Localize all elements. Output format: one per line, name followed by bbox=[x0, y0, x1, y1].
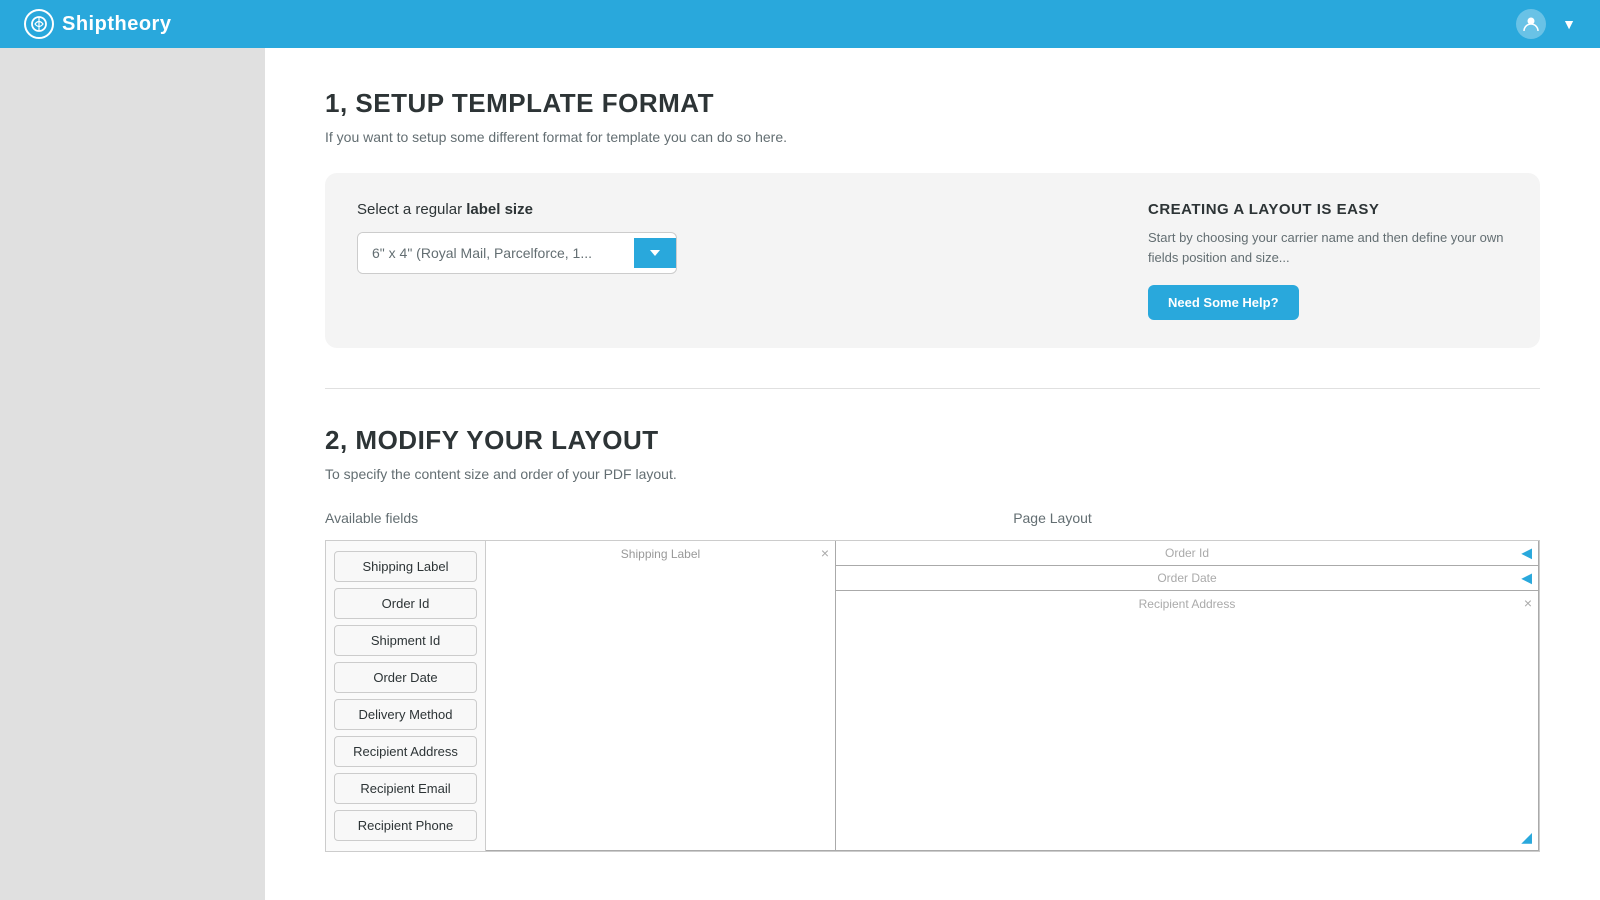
section-divider bbox=[325, 388, 1540, 389]
layout-section: 2, MODIFY YOUR LAYOUT To specify the con… bbox=[325, 425, 1540, 852]
field-order-date[interactable]: Order Date bbox=[334, 662, 477, 693]
layout-field-order-id[interactable]: Order Id ◀ bbox=[836, 541, 1539, 566]
user-icon[interactable] bbox=[1516, 9, 1546, 39]
order-id-resize-icon[interactable]: ◀ bbox=[1521, 545, 1532, 562]
recipient-address-label: Recipient Address bbox=[1139, 597, 1236, 611]
available-fields-panel: Shipping Label Order Id Shipment Id Orde… bbox=[326, 541, 486, 852]
field-recipient-phone[interactable]: Recipient Phone bbox=[334, 810, 477, 841]
template-left: Select a regular label size bbox=[357, 201, 1088, 320]
header: Shiptheory ▼ bbox=[0, 0, 1600, 48]
available-fields-label: Available fields bbox=[325, 510, 565, 526]
order-date-label: Order Date bbox=[1157, 571, 1216, 585]
shipping-label-box[interactable]: Shipping Label × bbox=[486, 541, 836, 851]
field-shipping-label[interactable]: Shipping Label bbox=[334, 551, 477, 582]
order-id-label: Order Id bbox=[1165, 546, 1209, 560]
help-button[interactable]: Need Some Help? bbox=[1148, 285, 1299, 320]
field-delivery-method[interactable]: Delivery Method bbox=[334, 699, 477, 730]
recipient-address-resize-icon[interactable]: ◢ bbox=[1521, 829, 1532, 846]
template-format-card: Select a regular label size CREATING A L… bbox=[325, 173, 1540, 348]
logo-icon bbox=[24, 9, 54, 39]
field-shipment-id[interactable]: Shipment Id bbox=[334, 625, 477, 656]
section2-subtitle: To specify the content size and order of… bbox=[325, 466, 1540, 482]
logo: Shiptheory bbox=[24, 9, 171, 39]
creating-title: CREATING A LAYOUT IS EASY bbox=[1148, 201, 1508, 218]
layout-field-recipient-address[interactable]: Recipient Address × ◢ bbox=[836, 591, 1539, 851]
label-size-select-wrapper[interactable] bbox=[357, 232, 677, 274]
sidebar bbox=[0, 48, 265, 900]
logo-text: Shiptheory bbox=[62, 13, 171, 36]
section1-subtitle: If you want to setup some different form… bbox=[325, 129, 1540, 145]
header-right: ▼ bbox=[1516, 9, 1576, 39]
field-order-id[interactable]: Order Id bbox=[334, 588, 477, 619]
page-layout-label: Page Layout bbox=[565, 510, 1540, 526]
layout-labels: Available fields Page Layout bbox=[325, 510, 1540, 526]
label-size-dropdown-button[interactable] bbox=[634, 238, 676, 268]
right-fields: Order Id ◀ Order Date ◀ Recipient Addres… bbox=[836, 541, 1540, 851]
label-size-input[interactable] bbox=[358, 233, 634, 273]
order-date-resize-icon[interactable]: ◀ bbox=[1521, 570, 1532, 587]
field-recipient-address[interactable]: Recipient Address bbox=[334, 736, 477, 767]
layout-body: Shipping Label Order Id Shipment Id Orde… bbox=[325, 540, 1540, 852]
field-recipient-email[interactable]: Recipient Email bbox=[334, 773, 477, 804]
label-size-label: Select a regular label size bbox=[357, 201, 1088, 218]
chevron-down-icon[interactable]: ▼ bbox=[1562, 16, 1576, 32]
content-area: 1, SETUP TEMPLATE FORMAT If you want to … bbox=[265, 48, 1600, 900]
shipping-label-box-label: Shipping Label bbox=[486, 541, 835, 567]
chevron-icon bbox=[650, 250, 660, 256]
label-size-prefix: Select a regular bbox=[357, 201, 466, 218]
recipient-address-close-icon[interactable]: × bbox=[1524, 595, 1532, 611]
main-container: 1, SETUP TEMPLATE FORMAT If you want to … bbox=[0, 48, 1600, 900]
layout-field-order-date[interactable]: Order Date ◀ bbox=[836, 566, 1539, 591]
page-layout-area: Shipping Label × Order Id ◀ Order Date ◀ bbox=[486, 541, 1540, 852]
section1-title: 1, SETUP TEMPLATE FORMAT bbox=[325, 88, 1540, 119]
template-right: CREATING A LAYOUT IS EASY Start by choos… bbox=[1148, 201, 1508, 320]
section2-title: 2, MODIFY YOUR LAYOUT bbox=[325, 425, 1540, 456]
label-size-bold: label size bbox=[466, 201, 533, 218]
shipping-label-close-icon[interactable]: × bbox=[821, 545, 829, 561]
creating-desc: Start by choosing your carrier name and … bbox=[1148, 228, 1508, 267]
